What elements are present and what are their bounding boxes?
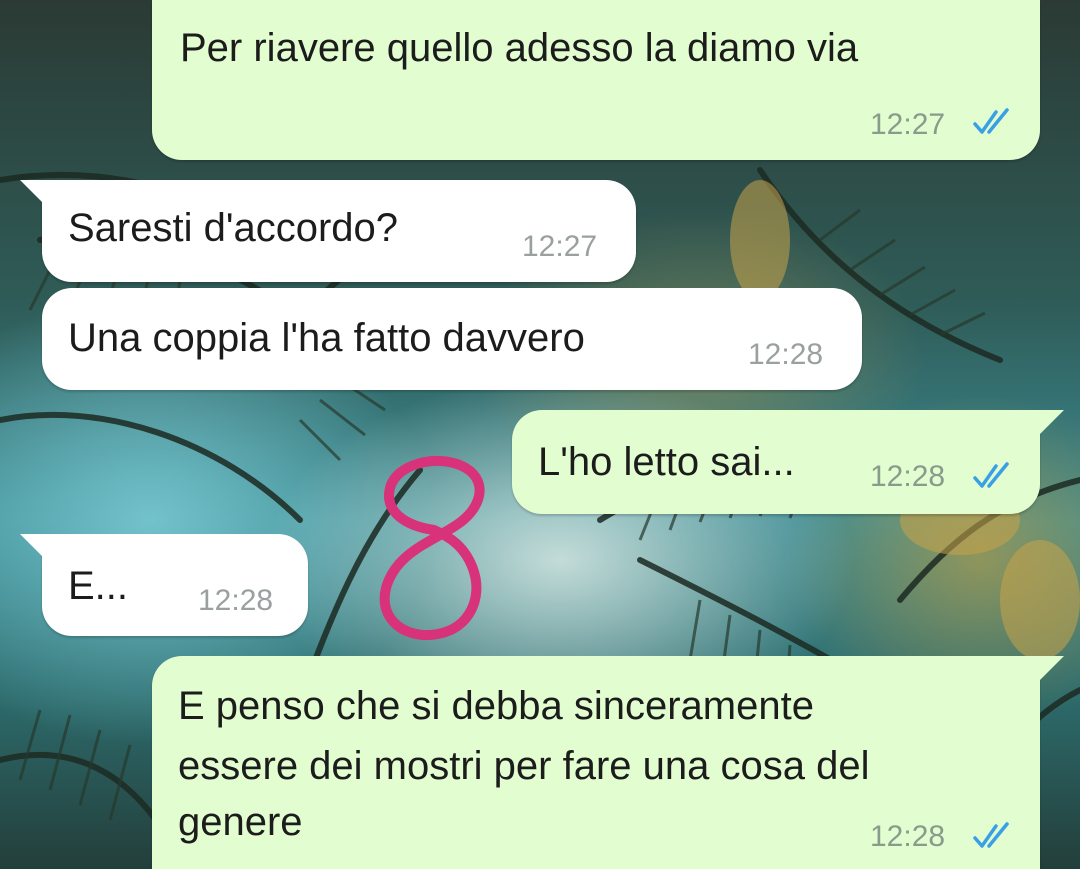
message-text: L'ho letto sai...: [538, 440, 795, 484]
bubble-tail: [1040, 656, 1064, 680]
message-timestamp: 12:28: [870, 460, 946, 493]
message-timestamp: 12:27: [870, 108, 946, 141]
bubble-tail: [1040, 410, 1064, 434]
message-timestamp: 12:27: [522, 230, 598, 263]
read-receipt-icon: [973, 462, 1009, 488]
message-text: Per riavere quello adesso la diamo via: [180, 26, 859, 70]
message-bubble-incoming[interactable]: Una coppia l'ha fatto davvero 12:28: [42, 288, 862, 390]
message-text-line: E penso che si debba sinceramente: [178, 684, 814, 728]
message-text: Una coppia l'ha fatto davvero: [68, 316, 585, 360]
read-receipt-icon: [973, 108, 1009, 134]
read-receipt-icon: [973, 822, 1009, 848]
message-bubble-outgoing[interactable]: E penso che si debba sinceramente essere…: [152, 656, 1040, 869]
message-timestamp: 12:28: [870, 820, 946, 853]
message-bubble-outgoing[interactable]: Per riavere quello adesso la diamo via 1…: [152, 0, 1040, 160]
handwritten-eight-annotation: [379, 455, 485, 641]
bubble-tail: [20, 534, 44, 558]
message-text-line: essere dei mostri per fare una cosa del: [178, 744, 870, 788]
message-timestamp: 12:28: [198, 584, 274, 617]
message-text: E...: [68, 564, 129, 608]
message-timestamp: 12:28: [748, 338, 824, 371]
message-text: Saresti d'accordo?: [68, 206, 399, 250]
message-bubble-outgoing[interactable]: L'ho letto sai... 12:28: [512, 410, 1040, 514]
bubble-tail: [20, 180, 44, 204]
message-text-line: genere: [178, 800, 303, 844]
message-bubble-incoming[interactable]: Saresti d'accordo? 12:27: [42, 180, 636, 282]
message-bubble-incoming[interactable]: E... 12:28: [42, 534, 308, 636]
